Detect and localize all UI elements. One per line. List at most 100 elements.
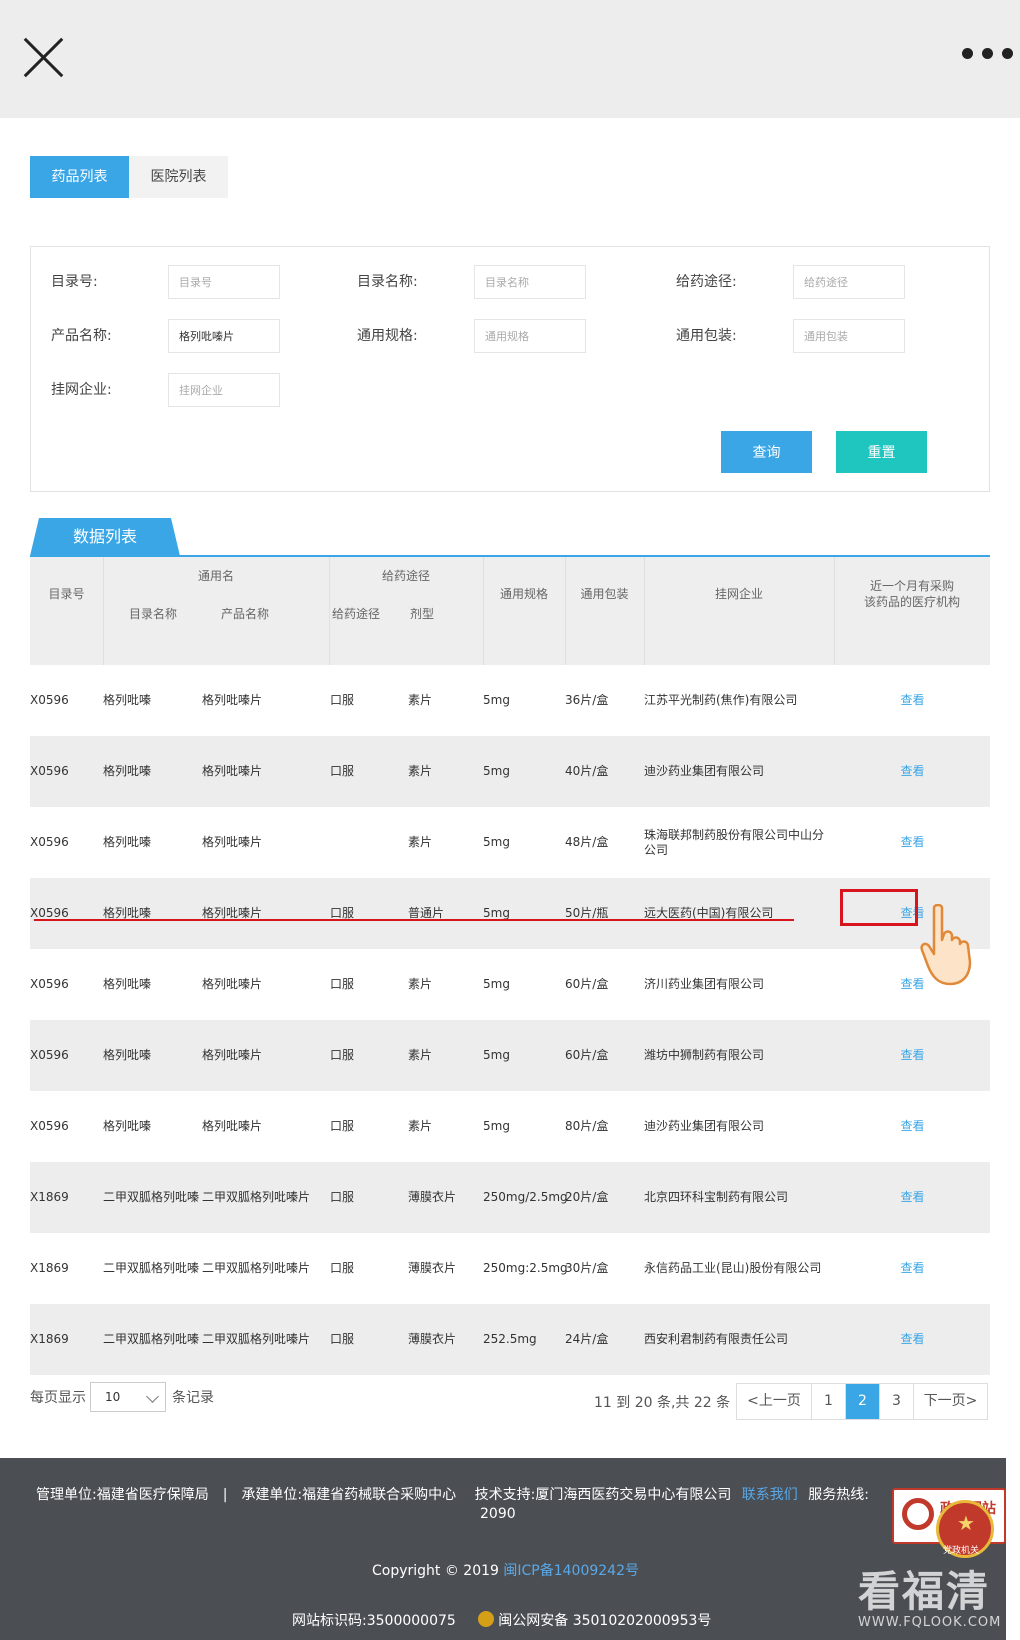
cell-route: 口服 [330,906,355,920]
watermark-title: 看福清 [858,1567,991,1616]
cell-code: X0596 [30,764,69,778]
cell-route: 口服 [330,764,355,778]
party-gov-emblem[interactable]: ★ 党政机关 [936,1500,994,1558]
cell-spec: 250mg:2.5mg [483,1261,568,1275]
cell-enterprise: 永信药品工业(昆山)股份有限公司 [644,1261,822,1275]
prev-page-button[interactable]: <上一页 [737,1384,811,1419]
close-icon[interactable] [20,34,66,80]
catalog-name-input[interactable] [474,265,586,299]
page-3-button[interactable]: 3 [879,1384,913,1419]
cell-code: X0596 [30,693,69,707]
cell-generic-name: 格列吡嗪 [103,764,152,778]
cell-spec: 5mg [483,906,510,920]
view-link[interactable]: 查看 [840,1304,985,1375]
page-2-button[interactable]: 2 [845,1384,879,1419]
cell-generic-name: 格列吡嗪 [103,693,152,707]
cell-spec: 5mg [483,977,510,991]
route-input[interactable] [793,265,905,299]
query-button[interactable]: 查询 [721,431,812,473]
header-code: 目录号 [48,587,85,601]
reset-button[interactable]: 重置 [836,431,927,473]
page-1-button[interactable]: 1 [811,1384,845,1419]
header-hospitals-line1: 近一个月有采购 [869,579,954,593]
cell-generic-name: 格列吡嗪 [103,977,152,991]
enterprise-input[interactable] [168,373,280,407]
cell-pack: 80片/盒 [565,1119,609,1133]
header-divider [834,557,835,665]
header-pack: 通用包装 [580,587,629,601]
view-link[interactable]: 查看 [840,1020,985,1091]
footer-copyright-line: Copyright © 2019 闽ICP备14009242号 [372,1560,639,1580]
cell-pack: 60片/盒 [565,1048,609,1062]
cell-generic-name: 格列吡嗪 [103,1048,152,1062]
page-size-select[interactable]: 10 [90,1382,166,1412]
table-row: X1869 二甲双胍格列吡嗪 二甲双胍格列吡嗪片 口服 薄膜衣片 250mg/2.5mg 2… [30,1162,990,1233]
header-hospitals-line2: 该药品的医疗机构 [863,595,960,609]
footer-police[interactable]: 闽公网安备 35010202000953号 [498,1613,711,1629]
data-list-tab: 数据列表 [30,518,180,556]
per-page-label: 每页显示 [30,1390,86,1406]
cell-enterprise: 江苏平光制药(焦作)有限公司 [644,693,798,707]
cell-pack: 48片/盒 [565,835,609,849]
star-icon: ★ [957,1511,975,1535]
view-link[interactable]: 查看 [840,807,985,878]
cell-route: 口服 [330,1190,355,1204]
cell-generic-name: 格列吡嗪 [103,1119,152,1133]
pagination-info: 11 到 20 条,共 22 条 [594,1395,731,1411]
view-link[interactable]: 查看 [840,1233,985,1304]
route-label: 给药途径: [676,274,737,290]
cell-pack: 60片/盒 [565,977,609,991]
cell-pack: 50片/瓶 [565,906,609,920]
cell-pack: 40片/盒 [565,764,609,778]
footer: 管理单位:福建省医疗保障局 | 承建单位:福建省药械联合采购中心 技术支持:厦门海西… [0,1458,1006,1640]
cell-spec: 252.5mg [483,1332,537,1346]
spec-input[interactable] [474,319,586,353]
footer-id-line: 网站标识码:3500000075 闽公网安备 35010202000953号 [292,1610,711,1630]
cell-code: X1869 [30,1261,69,1275]
product-name-input[interactable] [168,319,280,353]
cell-form: 素片 [408,1048,433,1062]
view-link[interactable]: 查看 [840,1162,985,1233]
emblem-text: 党政机关 [943,1546,980,1556]
package-input[interactable] [793,319,905,353]
next-page-button[interactable]: 下一页> [913,1384,987,1419]
package-label: 通用包装: [676,328,737,344]
view-link[interactable]: 查看 [840,665,985,736]
table-row: X0596 格列吡嗪 格列吡嗪片 口服 素片 5mg 60片/盒 济川药业集团有限公司 查看 [30,949,990,1020]
footer-copyright: Copyright © 2019 [372,1563,499,1579]
cell-route: 口服 [330,1261,355,1275]
table-row: X1869 二甲双胍格列吡嗪 二甲双胍格列吡嗪片 口服 薄膜衣片 250mg:2.5mg 3… [30,1233,990,1304]
cell-generic-name: 二甲双胍格列吡嗪 [103,1261,200,1275]
cell-route: 口服 [330,1332,355,1346]
cell-product-name: 二甲双胍格列吡嗪片 [202,1261,311,1275]
catalog-no-input[interactable] [168,265,280,299]
cell-spec: 5mg [483,764,510,778]
product-name-label: 产品名称: [51,328,112,344]
contact-link[interactable]: 联系我们 [742,1487,798,1503]
cell-generic-name: 二甲双胍格列吡嗪 [103,1332,200,1346]
cell-pack: 36片/盒 [565,693,609,707]
spec-label: 通用规格: [357,328,418,344]
cell-form: 素片 [408,764,433,778]
cell-code: X0596 [30,1048,69,1062]
icp-link[interactable]: 闽ICP备14009242号 [503,1563,639,1579]
cell-generic-name: 格列吡嗪 [103,906,152,920]
cell-code: X0596 [30,906,69,920]
cell-code: X0596 [30,835,69,849]
view-link[interactable]: 查看 [840,1091,985,1162]
red-underline-annotation [34,919,794,921]
view-link[interactable]: 查看 [840,736,985,807]
police-badge-icon [478,1611,495,1627]
cell-enterprise: 迪沙药业集团有限公司 [644,1119,765,1133]
tab-drug-list[interactable]: 药品列表 [30,156,129,198]
cell-product-name: 格列吡嗪片 [202,906,263,920]
tab-hospital-list[interactable]: 医院列表 [129,156,228,198]
header-spec: 通用规格 [499,587,548,601]
cell-pack: 24片/盒 [565,1332,609,1346]
cell-spec: 250mg/2.5mg [483,1190,568,1204]
watermark-url: WWW.FQLOOK.COM [858,1615,1002,1630]
header-divider [644,557,645,665]
table-row: X0596 格列吡嗪 格列吡嗪片 口服 素片 5mg 36片/盒 江苏平光制药(焦作)有限公司… [30,665,990,736]
header-form: 剂型 [409,607,434,621]
more-options-icon[interactable] [962,48,1020,62]
